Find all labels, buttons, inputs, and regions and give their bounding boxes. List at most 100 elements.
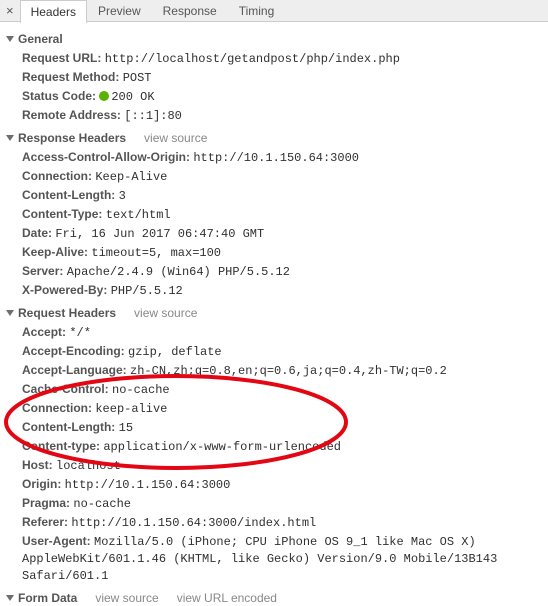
table-row: Connection: keep-alive	[22, 399, 544, 418]
kv-val: [::1]:80	[124, 109, 182, 123]
tab-response[interactable]: Response	[152, 0, 228, 22]
kv-key: Cache-Control:	[22, 382, 109, 396]
view-source-link[interactable]: view source	[144, 131, 207, 145]
kv-val: 15	[119, 421, 133, 435]
kv-val: PHP/5.5.12	[111, 284, 183, 298]
section-request-headers-title: Request Headers	[18, 306, 116, 320]
view-url-encoded-link[interactable]: view URL encoded	[177, 591, 277, 605]
headers-panel: General Request URL: http://localhost/ge…	[0, 22, 548, 606]
kv-key: Request Method:	[22, 70, 119, 84]
table-row: Content-Length: 15	[22, 418, 544, 437]
kv-val: 200 OK	[111, 90, 154, 104]
kv-val: zh-CN,zh;q=0.8,en;q=0.6,ja;q=0.4,zh-TW;q…	[130, 364, 447, 378]
view-source-link[interactable]: view source	[95, 591, 158, 605]
caret-down-icon	[6, 36, 14, 42]
table-row: Remote Address: [::1]:80	[22, 106, 544, 125]
kv-key: Accept:	[22, 325, 66, 339]
kv-val: http://10.1.150.64:3000/index.html	[71, 516, 316, 530]
kv-key: Remote Address:	[22, 108, 121, 122]
kv-key: Status Code:	[22, 89, 96, 103]
section-general: General Request URL: http://localhost/ge…	[4, 30, 544, 125]
kv-key: Request URL:	[22, 51, 101, 65]
kv-val: text/html	[106, 208, 171, 222]
table-row: Content-Length: 3	[22, 186, 544, 205]
kv-key: Host:	[22, 458, 53, 472]
table-row: Host: localhost	[22, 456, 544, 475]
kv-val: http://10.1.150.64:3000	[65, 478, 231, 492]
kv-val: timeout=5, max=100	[91, 246, 221, 260]
table-row: Referer: http://10.1.150.64:3000/index.h…	[22, 513, 544, 532]
kv-val: 3	[119, 189, 126, 203]
kv-key: User-Agent:	[22, 534, 91, 548]
section-form-data-header[interactable]: Form Data view source view URL encoded	[4, 589, 544, 606]
table-row: Date: Fri, 16 Jun 2017 06:47:40 GMT	[22, 224, 544, 243]
kv-val: no-cache	[112, 383, 170, 397]
table-row: Access-Control-Allow-Origin: http://10.1…	[22, 148, 544, 167]
table-row: Content-Type: text/html	[22, 205, 544, 224]
request-headers-list: Accept: */* Accept-Encoding: gzip, defla…	[4, 323, 544, 585]
table-row: Server: Apache/2.4.9 (Win64) PHP/5.5.12	[22, 262, 544, 281]
kv-val: application/x-www-form-urlencoded	[103, 440, 341, 454]
table-row: Content-type: application/x-www-form-url…	[22, 437, 544, 456]
section-request-headers: Request Headers view source Accept: */* …	[4, 304, 544, 585]
kv-val: */*	[69, 326, 91, 340]
kv-val: localhost	[56, 459, 121, 473]
view-source-link[interactable]: view source	[134, 306, 197, 320]
kv-key: X-Powered-By:	[22, 283, 107, 297]
table-row: Pragma: no-cache	[22, 494, 544, 513]
table-row: Origin: http://10.1.150.64:3000	[22, 475, 544, 494]
kv-key: Pragma:	[22, 496, 70, 510]
table-row: Status Code: 200 OK	[22, 87, 544, 106]
table-row: X-Powered-By: PHP/5.5.12	[22, 281, 544, 300]
kv-val: no-cache	[73, 497, 131, 511]
table-row: Request URL: http://localhost/getandpost…	[22, 49, 544, 68]
section-response-headers: Response Headers view source Access-Cont…	[4, 129, 544, 300]
tab-headers[interactable]: Headers	[20, 0, 87, 23]
kv-val: http://localhost/getandpost/php/index.ph…	[105, 52, 400, 66]
kv-val: Keep-Alive	[95, 170, 167, 184]
kv-key: Referer:	[22, 515, 68, 529]
caret-down-icon	[6, 135, 14, 141]
section-response-headers-title: Response Headers	[18, 131, 126, 145]
kv-key: Keep-Alive:	[22, 245, 88, 259]
status-dot-icon	[99, 91, 109, 101]
table-row: Cache-Control: no-cache	[22, 380, 544, 399]
table-row: Request Method: POST	[22, 68, 544, 87]
section-request-headers-header[interactable]: Request Headers view source	[4, 304, 544, 323]
table-row: Accept-Language: zh-CN,zh;q=0.8,en;q=0.6…	[22, 361, 544, 380]
caret-down-icon	[6, 595, 14, 601]
section-general-title: General	[18, 32, 63, 46]
kv-val: POST	[123, 71, 152, 85]
kv-val: Mozilla/5.0 (iPhone; CPU iPhone OS 9_1 l…	[22, 535, 497, 583]
section-form-data-title: Form Data	[18, 591, 77, 605]
kv-key: Accept-Encoding:	[22, 344, 125, 358]
table-row: Keep-Alive: timeout=5, max=100	[22, 243, 544, 262]
close-icon[interactable]: ×	[4, 0, 20, 22]
tab-preview[interactable]: Preview	[87, 0, 152, 22]
table-row: Accept-Encoding: gzip, deflate	[22, 342, 544, 361]
devtools-tabbar: × Headers Preview Response Timing	[0, 0, 548, 22]
kv-val: http://10.1.150.64:3000	[193, 151, 359, 165]
kv-key: Access-Control-Allow-Origin:	[22, 150, 190, 164]
kv-val: Apache/2.4.9 (Win64) PHP/5.5.12	[67, 265, 290, 279]
kv-key: Date:	[22, 226, 52, 240]
kv-key: Connection:	[22, 401, 92, 415]
kv-val: gzip, deflate	[128, 345, 222, 359]
kv-key: Content-type:	[22, 439, 100, 453]
caret-down-icon	[6, 310, 14, 316]
kv-key: Server:	[22, 264, 63, 278]
general-list: Request URL: http://localhost/getandpost…	[4, 49, 544, 125]
kv-key: Content-Length:	[22, 188, 115, 202]
table-row: Connection: Keep-Alive	[22, 167, 544, 186]
tab-timing[interactable]: Timing	[228, 0, 286, 22]
kv-val: Fri, 16 Jun 2017 06:47:40 GMT	[55, 227, 264, 241]
kv-key: Connection:	[22, 169, 92, 183]
kv-key: Accept-Language:	[22, 363, 127, 377]
table-row: Accept: */*	[22, 323, 544, 342]
kv-key: Content-Length:	[22, 420, 115, 434]
section-general-header[interactable]: General	[4, 30, 544, 49]
response-headers-list: Access-Control-Allow-Origin: http://10.1…	[4, 148, 544, 300]
section-response-headers-header[interactable]: Response Headers view source	[4, 129, 544, 148]
section-form-data: Form Data view source view URL encoded […	[4, 589, 544, 606]
kv-key: Content-Type:	[22, 207, 102, 221]
